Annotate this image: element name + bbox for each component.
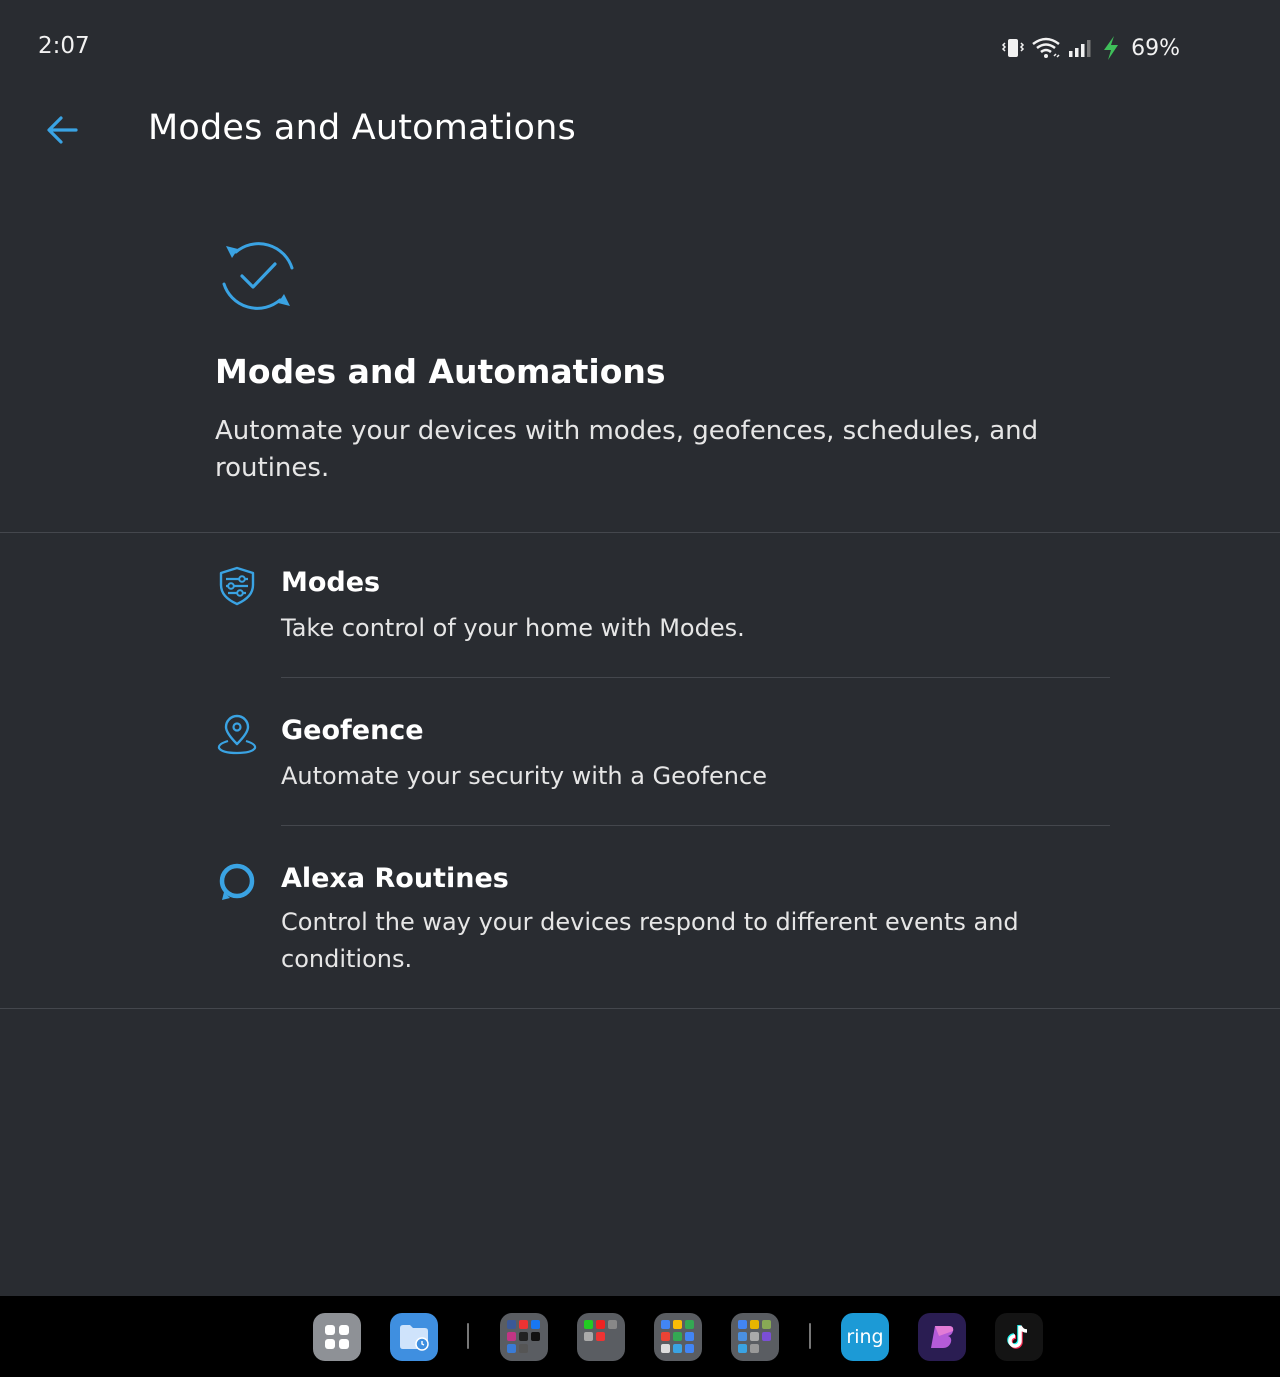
vibrate-icon: [1002, 39, 1025, 57]
dock-separator: [809, 1323, 811, 1349]
app-header: Modes and Automations: [0, 96, 1280, 162]
hero-description: Automate your devices with modes, geofen…: [215, 416, 1039, 483]
app-folder-social[interactable]: [500, 1313, 548, 1361]
list-item-geofence[interactable]: Geofence Automate your security with a G…: [0, 678, 1280, 825]
item-description: Take control of your home with Modes.: [281, 614, 745, 642]
alexa-ring-icon: [219, 863, 255, 900]
tiktok-app[interactable]: [995, 1313, 1043, 1361]
charging-icon: [1104, 36, 1119, 60]
taskbar: ring: [0, 1296, 1280, 1377]
folder-clock-icon: [400, 1325, 429, 1351]
sync-check-icon: [222, 242, 294, 310]
list-item-alexa-routines[interactable]: Alexa Routines Control the way your devi…: [0, 826, 1280, 1008]
dock-separator: [467, 1323, 469, 1349]
back-button[interactable]: [40, 108, 84, 152]
bezel-logo-icon: [931, 1326, 954, 1348]
hero-title: Modes and Automations: [215, 352, 666, 391]
item-title: Geofence: [281, 715, 424, 746]
item-title: Modes: [281, 567, 381, 598]
signal-icon: [1069, 40, 1091, 57]
wifi-icon: [1032, 37, 1060, 58]
geofence-pin-icon: [217, 714, 257, 755]
divider: [0, 1008, 1280, 1009]
app-drawer-button[interactable]: [313, 1313, 361, 1361]
item-description: Control the way your devices respond to …: [281, 908, 1019, 973]
status-icons: 69%: [1001, 33, 1180, 63]
my-files-app[interactable]: [390, 1313, 438, 1361]
item-description: Automate your security with a Geofence: [281, 762, 767, 790]
app-folder-tools[interactable]: [731, 1313, 779, 1361]
status-time: 2:07: [38, 33, 90, 59]
app-folder-google[interactable]: [654, 1313, 702, 1361]
arrow-left-icon: [47, 116, 78, 144]
page-title: Modes and Automations: [148, 108, 576, 148]
tiktok-logo-icon: [1007, 1325, 1028, 1349]
app-folder-media[interactable]: [577, 1313, 625, 1361]
status-bar: 2:07 69%: [0, 0, 1280, 96]
modes-shield-icon: [219, 566, 255, 606]
list-item-modes[interactable]: Modes Take control of your home with Mod…: [0, 533, 1280, 678]
item-title: Alexa Routines: [281, 863, 509, 894]
screen: 2:07 69% Modes and Automations Modes and…: [0, 0, 1280, 1377]
app-grid-icon: [325, 1325, 349, 1349]
ring-app[interactable]: ring: [841, 1313, 889, 1361]
bezel-app[interactable]: [918, 1313, 966, 1361]
battery-level: 69%: [1131, 35, 1180, 61]
